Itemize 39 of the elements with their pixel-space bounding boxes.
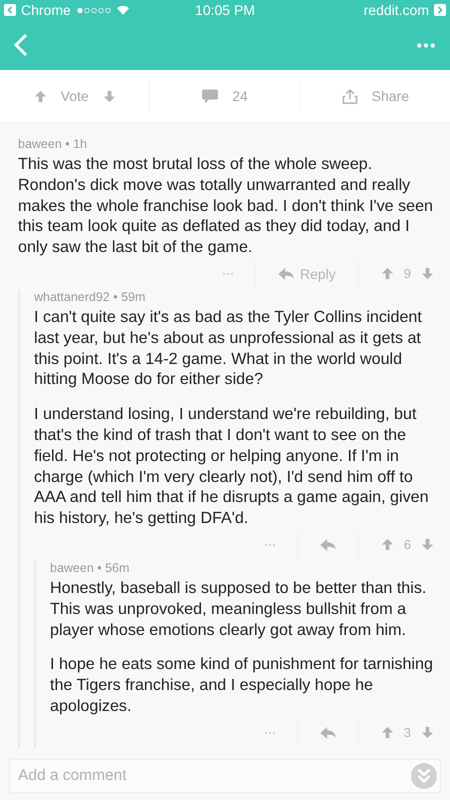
comments-button[interactable]: 24 — [149, 80, 300, 112]
reply-button[interactable] — [320, 538, 336, 551]
comment-text: This was the most brutal loss of the whole sweep. Rondon's dick move was totally unwarranted and really makes the whole franchise look bad. I don't think I've seen this team look quite as deflated as they did today, and I only saw the last bit of the game. — [18, 154, 434, 258]
downvote-icon[interactable] — [421, 267, 434, 280]
vote-label: Vote — [60, 88, 89, 104]
share-icon[interactable] — [342, 88, 358, 104]
site-label[interactable]: reddit.com — [364, 2, 429, 18]
more-icon[interactable] — [417, 42, 435, 48]
comment-meta: baween • 56m — [50, 560, 130, 575]
comment-meta: whattanerd92 • 59m — [34, 290, 146, 304]
upvote-icon[interactable] — [380, 538, 394, 552]
score: 3 — [404, 725, 411, 740]
wifi-icon — [116, 5, 129, 15]
back-app-label[interactable]: Chrome — [21, 2, 71, 18]
reply-button[interactable] — [320, 726, 336, 739]
forward-icon[interactable] — [434, 4, 446, 16]
back-icon[interactable] — [14, 33, 28, 57]
upvote-icon[interactable] — [380, 726, 394, 740]
comment-text: I hope he eats some kind of punishment for tarnishing the Tigers franchise, and I especially hope he apologizes. — [50, 654, 434, 717]
share-button[interactable]: Share — [300, 80, 450, 112]
score: 6 — [404, 537, 411, 552]
comment-text: I understand losing, I understand we're rebuilding, but that's the kind of trash that I don't want to see on the field. He's not protecting or helping anyone. If I'm in charge (which I'm very clearly not), I'd send him off to AAA and tell him that if he disrupts a game again, given his history, he's getting DFA'd. — [34, 404, 430, 529]
chevrons-down-icon[interactable] — [411, 763, 437, 789]
back-icon[interactable] — [4, 4, 16, 16]
comment-meta: baween • 1h — [18, 137, 88, 151]
comment-text: I can't quite say it's as bad as the Tyler Collins incident last year, but he's about as unprofessional as it gets at this point. It's a 14-2 game. What in the world would hitting Moose do for either side? — [34, 306, 423, 390]
comment-icon[interactable] — [202, 88, 218, 104]
upvote-icon[interactable] — [34, 90, 47, 102]
downvote-icon[interactable] — [421, 538, 434, 552]
upvote-icon[interactable] — [380, 267, 394, 280]
score: 9 — [404, 266, 411, 282]
reply-button[interactable]: Reply — [278, 266, 336, 282]
comment-field[interactable]: Add a comment — [9, 759, 441, 793]
reply-icon[interactable] — [278, 268, 294, 280]
downvote-icon[interactable] — [421, 726, 434, 740]
downvote-icon[interactable] — [102, 90, 116, 102]
comment-text: Honestly, baseball is supposed to be better than this. This was unprovoked, meaningless bullshit from a player whose emotions clearly got away from him. — [50, 578, 428, 640]
clock: 10:05 PM — [194, 2, 256, 18]
signal-icon — [76, 6, 112, 14]
